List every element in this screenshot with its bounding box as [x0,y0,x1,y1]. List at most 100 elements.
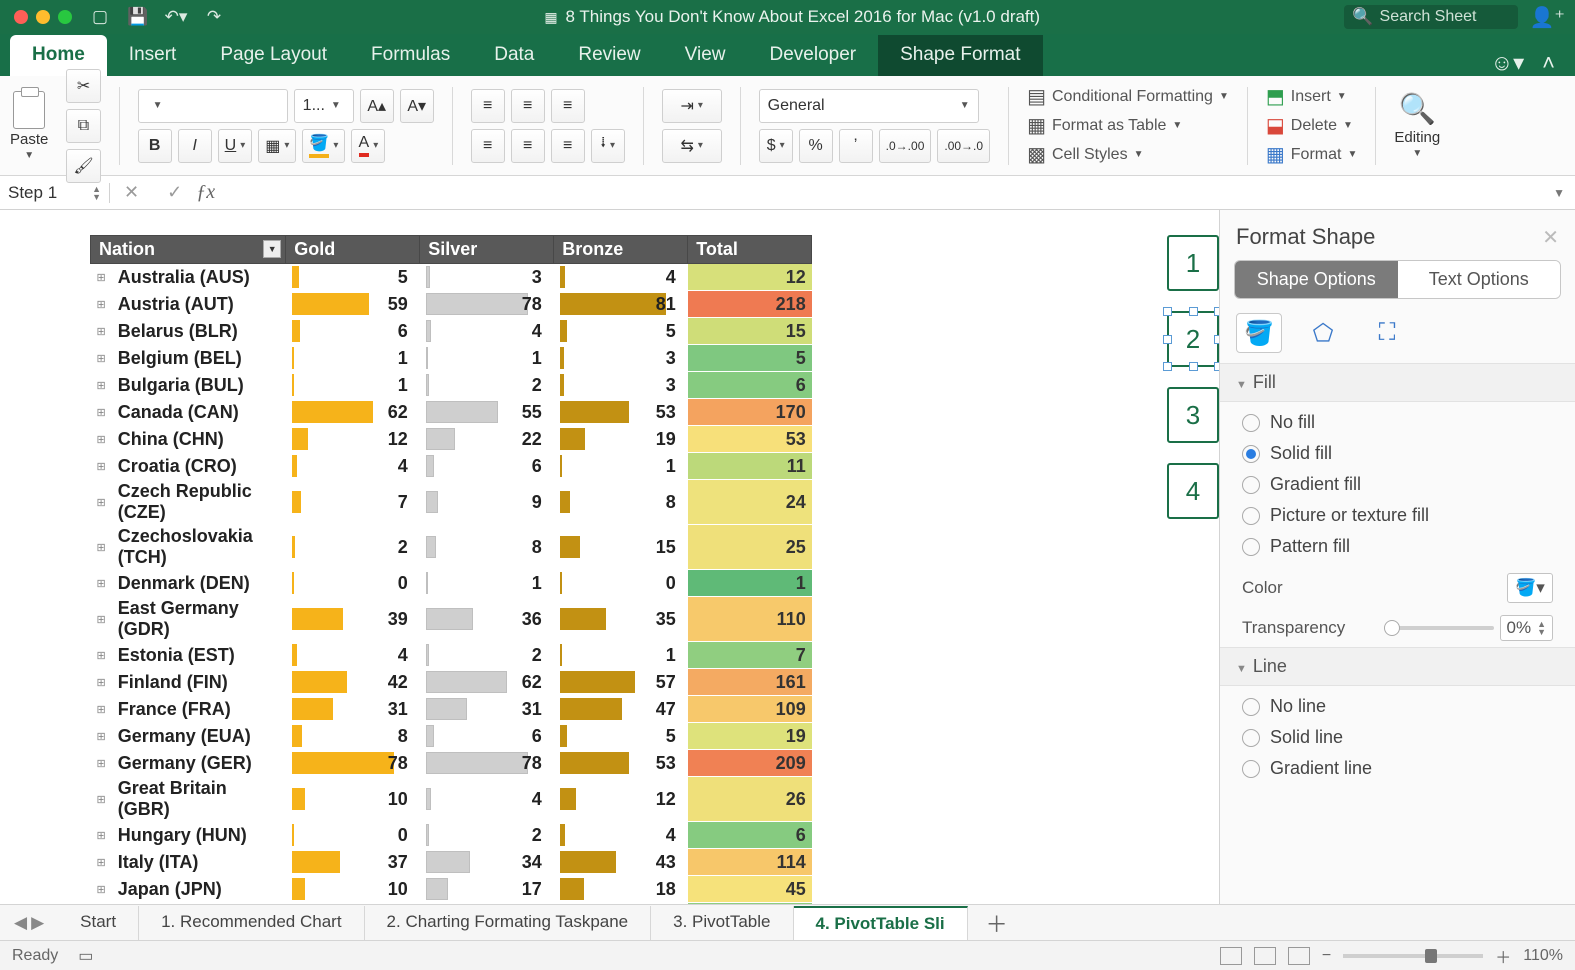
collapse-ribbon-icon[interactable]: ˄ [1542,50,1555,76]
data-bar-cell[interactable]: 6 [420,723,554,750]
data-bar-cell[interactable]: 78 [420,750,554,777]
data-bar-cell[interactable]: 3 [554,345,688,372]
close-window-icon[interactable] [14,10,28,24]
data-bar-cell[interactable]: 5 [286,264,420,291]
total-cell[interactable]: 25 [688,525,812,570]
data-bar-cell[interactable]: 55 [420,399,554,426]
filter-dropdown-icon[interactable]: ▼ [263,240,281,258]
cancel-formula-icon[interactable]: ✕ [110,182,153,203]
column-header[interactable]: Bronze [554,236,688,264]
data-bar-cell[interactable]: 10 [286,876,420,903]
increase-decimal-icon[interactable]: .0→.00 [879,129,932,163]
search-sheet[interactable]: 🔍 [1344,5,1517,29]
fill-option-radio[interactable]: Picture or texture fill [1242,505,1553,526]
data-bar-cell[interactable]: 12 [554,777,688,822]
borders-button[interactable]: ▦▾ [258,129,296,163]
align-right-icon[interactable]: ≡ [551,129,585,163]
data-bar-cell[interactable]: 2 [286,525,420,570]
data-bar-cell[interactable]: 4 [286,642,420,669]
data-bar-cell[interactable]: 10 [286,777,420,822]
table-row[interactable]: ⊞Croatia (CRO)46111 [91,453,812,480]
page-break-view-icon[interactable] [1288,947,1310,965]
percent-icon[interactable]: % [799,129,833,163]
sheet-tab[interactable]: 1. Recommended Chart [139,906,364,940]
seg-text-options[interactable]: Text Options [1398,261,1561,298]
line-option-radio[interactable]: Gradient line [1242,758,1553,779]
fill-option-radio[interactable]: Solid fill [1242,443,1553,464]
data-bar-cell[interactable]: 62 [420,669,554,696]
data-bar-cell[interactable]: 1 [420,345,554,372]
macro-record-icon[interactable]: ▭ [78,946,93,966]
data-bar-cell[interactable]: 36 [420,597,554,642]
data-bar-cell[interactable]: 0 [286,570,420,597]
zoom-out-icon[interactable]: − [1322,947,1331,965]
nation-cell[interactable]: Czech Republic (CZE) [112,480,286,525]
data-bar-cell[interactable]: 47 [554,696,688,723]
zoom-slider[interactable] [1343,954,1483,958]
format-painter-icon[interactable]: 🖌 [66,149,100,183]
transparency-value[interactable]: 0%▲▼ [1500,615,1554,641]
insert-cells-button[interactable]: ⬒Insert▼ [1266,84,1357,109]
data-bar-cell[interactable]: 0 [554,570,688,597]
zoom-value[interactable]: 110% [1523,947,1563,965]
add-sheet-icon[interactable]: ＋ [968,907,1026,939]
table-row[interactable]: ⊞Belarus (BLR)64515 [91,318,812,345]
align-center-icon[interactable]: ≡ [511,129,545,163]
expand-row-icon[interactable]: ⊞ [91,822,112,849]
data-bar-cell[interactable]: 3 [420,264,554,291]
expand-row-icon[interactable]: ⊞ [91,372,112,399]
data-bar-cell[interactable]: 2 [420,822,554,849]
sheet-tab[interactable]: Start [58,906,139,940]
table-row[interactable]: ⊞Bulgaria (BUL)1236 [91,372,812,399]
total-cell[interactable]: 11 [688,453,812,480]
font-size-select[interactable]: 1...▼ [294,89,354,123]
total-cell[interactable]: 110 [688,597,812,642]
nation-cell[interactable]: Czechoslovakia (TCH) [112,525,286,570]
expand-row-icon[interactable]: ⊞ [91,642,112,669]
total-cell[interactable]: 7 [688,903,812,905]
data-bar-cell[interactable]: 18 [554,876,688,903]
expand-row-icon[interactable]: ⊞ [91,750,112,777]
nation-cell[interactable]: Kazakhstan (KAZ) [112,903,286,905]
data-bar-cell[interactable]: 37 [286,849,420,876]
data-bar-cell[interactable]: 2 [420,642,554,669]
ribbon-tab-shape-format[interactable]: Shape Format [878,35,1042,76]
align-left-icon[interactable]: ≡ [471,129,505,163]
orientation-icon[interactable]: ⭭▾ [591,129,625,163]
zoom-window-icon[interactable] [58,10,72,24]
expand-row-icon[interactable]: ⊞ [91,525,112,570]
worksheet[interactable]: Nation▼GoldSilverBronzeTotal ⊞Australia … [0,210,1219,904]
fill-line-tab-icon[interactable]: 🪣 [1236,313,1282,353]
expand-row-icon[interactable]: ⊞ [91,453,112,480]
data-bar-cell[interactable]: 4 [420,777,554,822]
nation-cell[interactable]: Croatia (CRO) [112,453,286,480]
nation-cell[interactable]: Japan (JPN) [112,876,286,903]
format-cells-button[interactable]: ▦Format▼ [1266,142,1357,167]
data-bar-cell[interactable]: 35 [554,597,688,642]
page-layout-view-icon[interactable] [1254,947,1276,965]
data-bar-cell[interactable]: 62 [286,399,420,426]
close-pane-icon[interactable]: ✕ [1542,225,1559,250]
delete-cells-button[interactable]: ⬓Delete▼ [1266,113,1357,138]
nation-cell[interactable]: Belgium (BEL) [112,345,286,372]
ribbon-tab-data[interactable]: Data [472,35,556,76]
data-bar-cell[interactable]: 1 [554,453,688,480]
data-bar-cell[interactable]: 8 [286,723,420,750]
expand-row-icon[interactable]: ⊞ [91,291,112,318]
data-bar-cell[interactable]: 53 [554,399,688,426]
data-bar-cell[interactable]: 12 [286,426,420,453]
data-bar-cell[interactable]: 3 [420,903,554,905]
expand-row-icon[interactable]: ⊞ [91,264,112,291]
format-as-table-button[interactable]: ▦Format as Table▼ [1027,113,1229,138]
pivot-table[interactable]: Nation▼GoldSilverBronzeTotal ⊞Australia … [90,235,812,904]
data-bar-cell[interactable]: 1 [554,642,688,669]
expand-row-icon[interactable]: ⊞ [91,570,112,597]
bold-button[interactable]: B [138,129,172,163]
search-input[interactable] [1380,8,1510,26]
font-name-select[interactable]: ▼ [138,89,288,123]
data-bar-cell[interactable]: 22 [420,426,554,453]
increase-font-icon[interactable]: A▴ [360,89,394,123]
data-bar-cell[interactable]: 78 [286,750,420,777]
currency-icon[interactable]: $▾ [759,129,793,163]
table-row[interactable]: ⊞France (FRA)313147109 [91,696,812,723]
